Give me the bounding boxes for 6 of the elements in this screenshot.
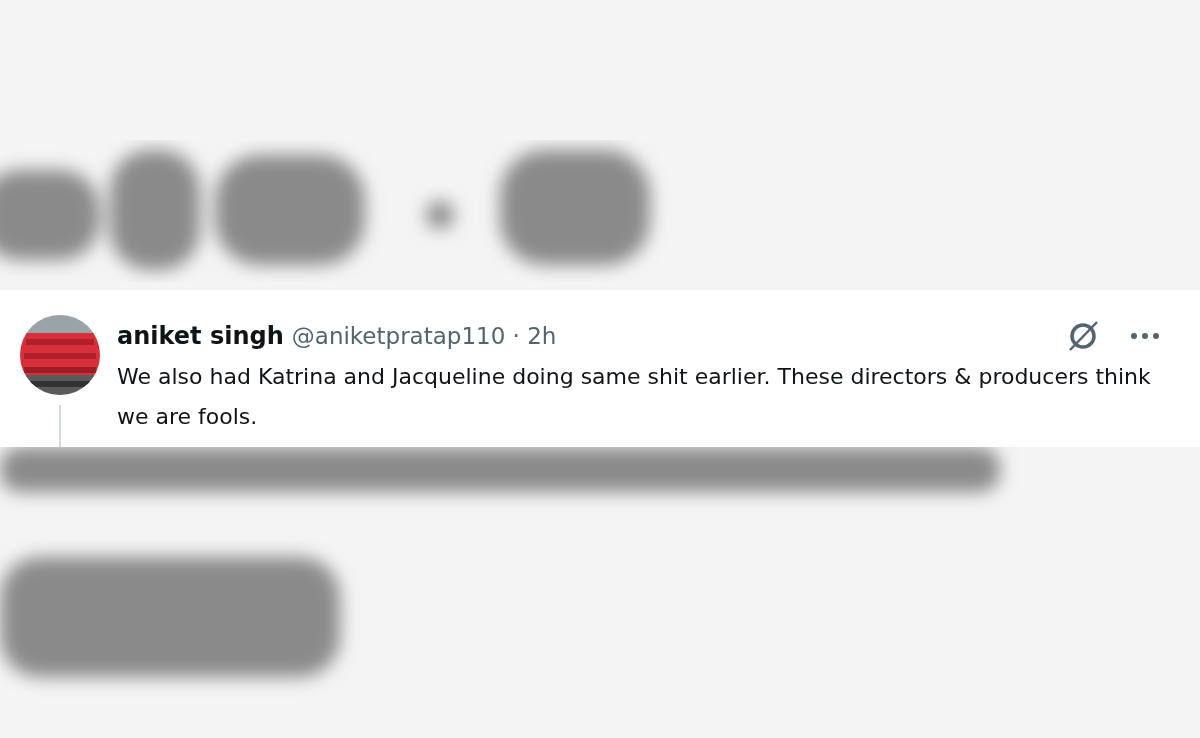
slashed-circle-icon[interactable] — [1066, 319, 1100, 353]
author-name[interactable]: aniket singh — [117, 322, 284, 350]
tweet-text: We also had Katrina and Jacqueline doing same shit earlier. These directors & producers think we are fools. — [117, 363, 1152, 431]
more-icon[interactable] — [1130, 332, 1160, 340]
handle-time: @aniketpratap110 · 2h — [291, 323, 557, 349]
thread-line — [59, 405, 61, 447]
